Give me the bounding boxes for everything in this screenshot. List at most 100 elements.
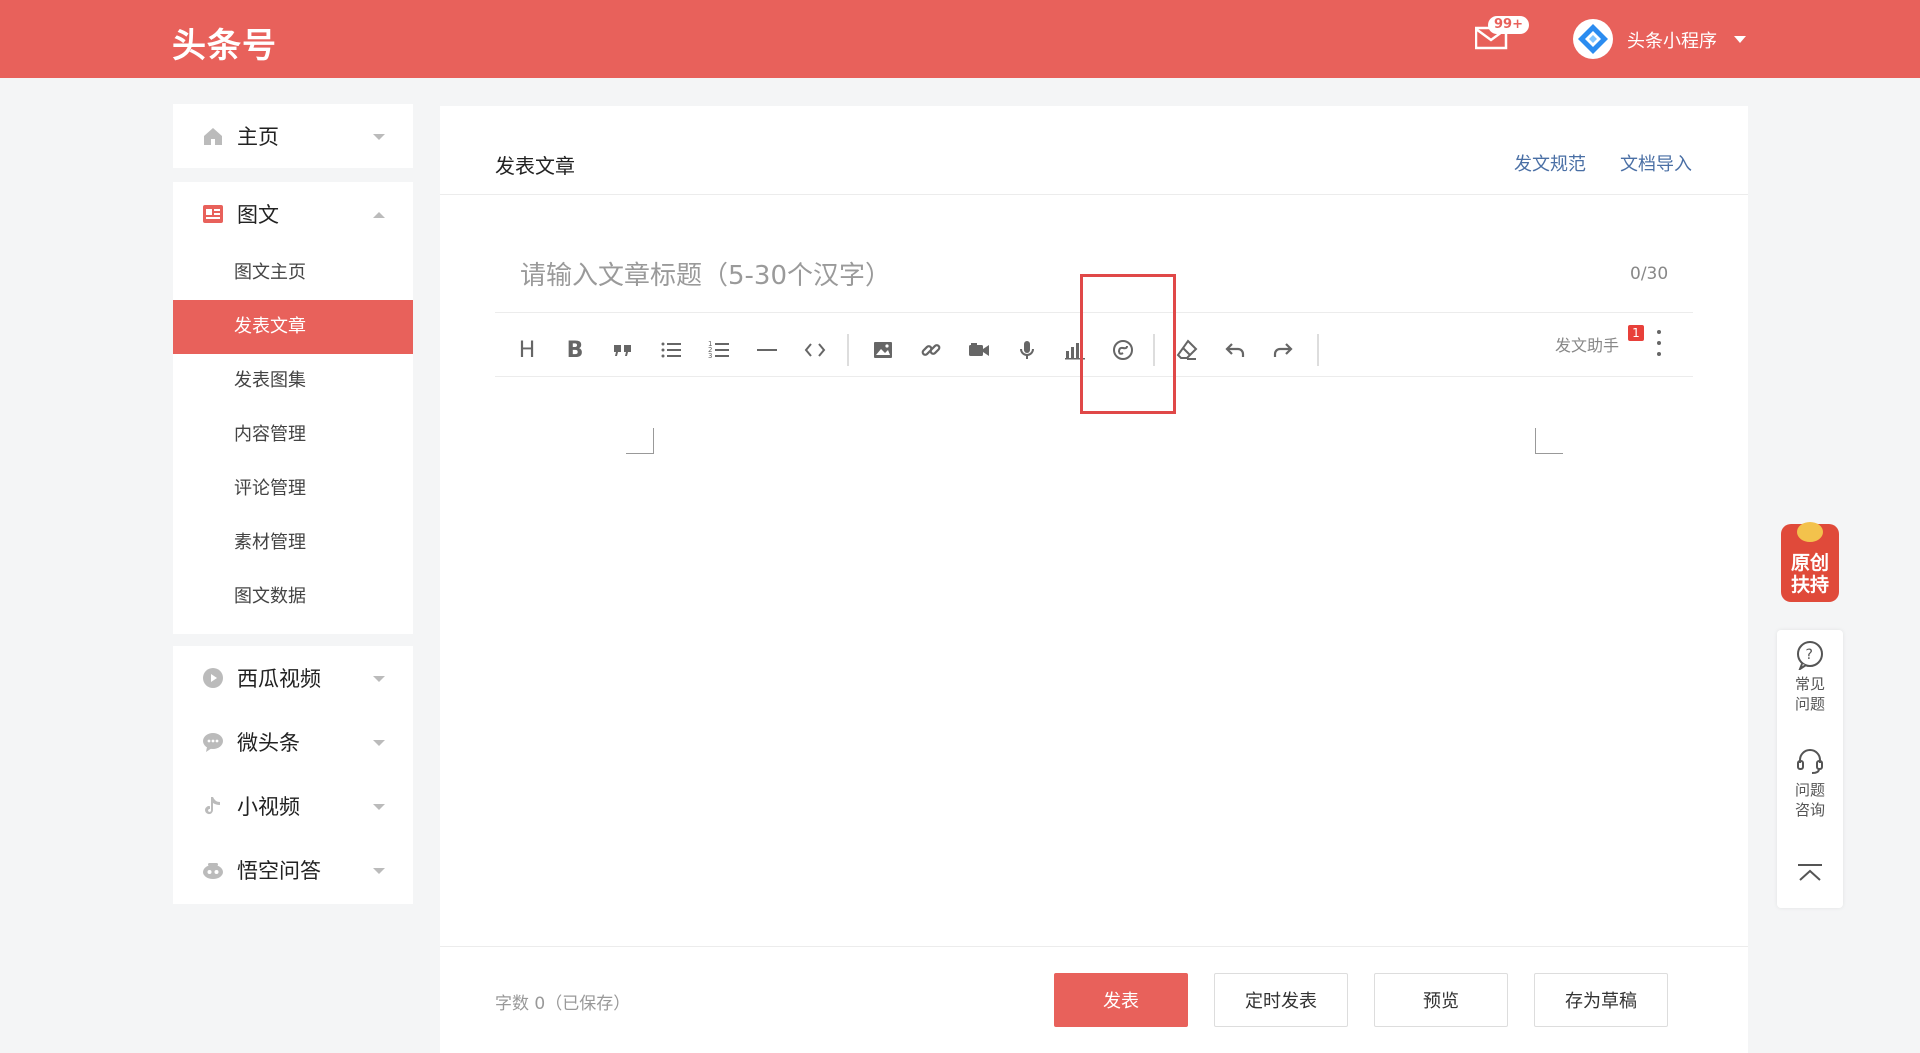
page-title: 发表文章 (495, 154, 575, 178)
bold-button[interactable]: B (557, 332, 593, 368)
sidebar-subitem-publish-gallery[interactable]: 发表图集 (173, 354, 413, 408)
chevron-down-icon (373, 740, 385, 746)
float-help-panel: ? 常见 问题 问题 咨询 (1777, 630, 1843, 908)
publish-button[interactable]: 发表 (1054, 973, 1188, 1027)
posting-assistant-button[interactable]: 发文助手 (1555, 332, 1619, 356)
divider-line-button[interactable] (749, 332, 785, 368)
code-icon (804, 343, 826, 357)
chevron-down-icon (373, 804, 385, 810)
chevron-down-icon (373, 134, 385, 140)
toutiao-logo[interactable]: 头条号 (172, 18, 277, 67)
more-options-icon[interactable] (1656, 330, 1662, 356)
redo-button[interactable] (1265, 332, 1301, 368)
editor-corner-left (626, 428, 654, 454)
insert-audio-button[interactable] (1009, 332, 1045, 368)
redo-icon (1273, 343, 1293, 357)
title-char-counter: 0/30 (1630, 264, 1669, 284)
sidebar-subitem-article-data[interactable]: 图文数据 (173, 570, 413, 624)
sidebar-subitem-material-manage[interactable]: 素材管理 (173, 516, 413, 570)
sidebar-item-label: 悟空问答 (237, 859, 321, 883)
heading-button[interactable]: H (509, 332, 545, 368)
insert-image-button[interactable] (865, 332, 901, 368)
divider (440, 946, 1748, 947)
word-count-status: 字数 0（已保存） (495, 994, 631, 1014)
avatar[interactable] (1573, 19, 1613, 59)
numbered-list-button[interactable]: 123 (701, 332, 737, 368)
editor-panel: 发表文章 发文规范 文档导入 0/30 H B 123 (440, 106, 1748, 1053)
chevron-up-icon (373, 212, 385, 218)
quote-button[interactable] (605, 332, 641, 368)
home-icon (201, 124, 225, 148)
user-name[interactable]: 头条小程序 (1627, 27, 1717, 53)
headset-icon (1797, 749, 1823, 774)
sidebar-item-xiaoshipin[interactable]: 小视频 (173, 774, 413, 838)
faq-label: 常见 (1794, 675, 1825, 693)
numbered-list-icon: 123 (708, 340, 729, 360)
sidebar-item-wukong[interactable]: 悟空问答 (173, 838, 413, 902)
article-icon (201, 202, 225, 226)
import-document-link[interactable]: 文档导入 (1620, 150, 1692, 176)
link-icon (921, 344, 941, 356)
coin-icon (1797, 522, 1823, 542)
video-camera-icon (969, 343, 989, 356)
sidebar-item-label: 微头条 (237, 731, 300, 755)
chevron-down-icon (373, 868, 385, 874)
bullet-list-icon (661, 342, 681, 358)
svg-text:?: ? (1806, 647, 1813, 663)
save-draft-button[interactable]: 存为草稿 (1534, 973, 1668, 1027)
faq-label: 问题 (1794, 695, 1825, 713)
back-to-top-icon (1798, 864, 1822, 881)
video-play-icon (201, 666, 225, 690)
wukong-icon (201, 858, 225, 882)
svg-text:3: 3 (708, 352, 712, 360)
sidebar-subitem-comment-manage[interactable]: 评论管理 (173, 462, 413, 516)
promo-line: 扶持 (1790, 574, 1829, 596)
image-icon (874, 342, 892, 358)
insert-video-button[interactable] (961, 332, 997, 368)
sidebar-card-home: 主页 (173, 104, 413, 168)
insert-link-button[interactable] (913, 332, 949, 368)
consult-label: 问题 (1794, 781, 1825, 799)
undo-button[interactable] (1217, 332, 1253, 368)
sidebar-item-label: 图文 (237, 203, 279, 227)
back-to-top-button[interactable] (1777, 862, 1843, 889)
sidebar-subitem-article-home[interactable]: 图文主页 (173, 246, 413, 300)
chevron-down-icon[interactable] (1734, 36, 1746, 43)
sidebar-item-article[interactable]: 图文 (173, 182, 413, 246)
highlight-box (1080, 274, 1176, 414)
sidebar-subitem-publish-article[interactable]: 发表文章 (173, 300, 413, 354)
toolbar-separator (847, 334, 849, 366)
consult-button[interactable]: 问题 咨询 (1777, 746, 1843, 820)
sidebar-item-home[interactable]: 主页 (173, 104, 413, 168)
sidebar-item-label: 小视频 (237, 795, 300, 819)
chevron-down-icon (373, 676, 385, 682)
undo-icon (1225, 343, 1245, 357)
eraser-icon (1176, 339, 1198, 360)
preview-button[interactable]: 预览 (1374, 973, 1508, 1027)
divider (440, 194, 1748, 195)
assistant-badge: 1 (1628, 325, 1644, 341)
sidebar-card-article: 图文 图文主页 发表文章 发表图集 内容管理 评论管理 素材管理 图文数据 (173, 182, 413, 634)
question-icon: ? (1797, 641, 1823, 670)
sidebar-item-weitoutiao[interactable]: 微头条 (173, 710, 413, 774)
code-button[interactable] (797, 332, 833, 368)
consult-label: 咨询 (1794, 801, 1825, 819)
posting-rules-link[interactable]: 发文规范 (1514, 150, 1586, 176)
mail-badge: 99+ (1488, 16, 1529, 34)
toolbar-separator (1317, 334, 1319, 366)
schedule-publish-button[interactable]: 定时发表 (1214, 973, 1348, 1027)
horizontal-rule-icon (757, 349, 777, 351)
sidebar-card-others: 西瓜视频 微头条 小视频 悟空问答 (173, 646, 413, 904)
sidebar-item-label: 西瓜视频 (237, 667, 321, 691)
sidebar-item-xigua[interactable]: 西瓜视频 (173, 646, 413, 710)
article-title-input[interactable] (520, 256, 1480, 296)
chat-bubble-icon (201, 730, 225, 754)
faq-button[interactable]: ? 常见 问题 (1777, 640, 1843, 714)
sidebar-item-label: 主页 (237, 125, 279, 149)
editor-corner-right (1535, 428, 1563, 454)
microphone-icon (1020, 341, 1034, 359)
sidebar-subitem-content-manage[interactable]: 内容管理 (173, 408, 413, 462)
bullet-list-button[interactable] (653, 332, 689, 368)
music-note-icon (201, 794, 225, 818)
promo-line: 原创 (1790, 552, 1829, 574)
